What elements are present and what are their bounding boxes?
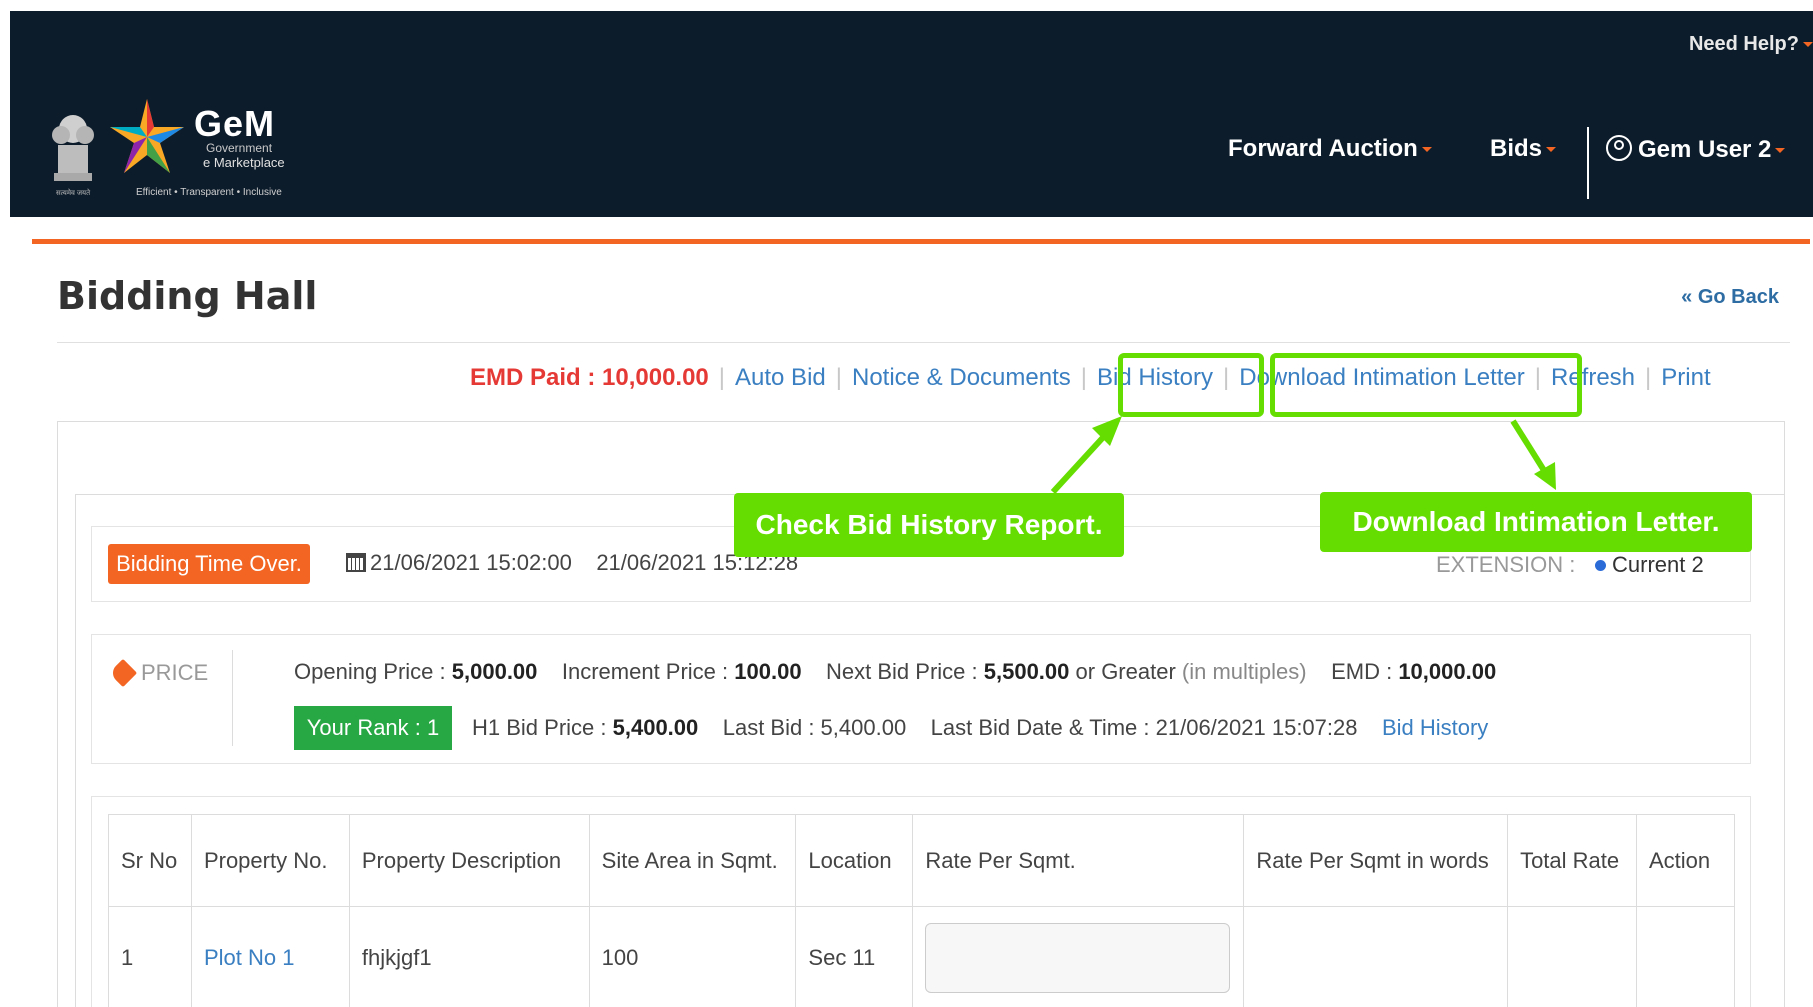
page-title: Bidding Hall [57, 274, 318, 318]
auto-bid-link[interactable]: Auto Bid [735, 364, 826, 391]
accent-bar [32, 239, 1810, 244]
gem-wordmark: GeM [194, 103, 276, 144]
h1-bid-price-value: 5,400.00 [612, 715, 699, 740]
extension-current-value: Current 2 [1612, 552, 1704, 577]
separator: | [835, 364, 842, 391]
property-table: Sr No Property No. Property Description … [108, 814, 1736, 1007]
price-divider [232, 650, 233, 746]
col-rate-in-words: Rate Per Sqmt in words [1243, 814, 1509, 907]
bid-history-inline-link[interactable]: Bid History [1382, 715, 1488, 740]
table-header-row: Sr No Property No. Property Description … [108, 814, 1736, 907]
cell-action [1635, 906, 1736, 1007]
nav-user-label: Gem User 2 [1638, 136, 1772, 163]
start-time: 21/06/2021 15:02:00 [370, 550, 572, 575]
nav-divider [1587, 127, 1589, 199]
need-help-menu[interactable]: Need Help? [1689, 33, 1813, 56]
bid-history-highlight-box [1118, 353, 1264, 417]
extension-label: EXTENSION : [1436, 552, 1576, 577]
title-divider [57, 342, 1790, 343]
national-emblem-icon [52, 115, 94, 181]
download-letter-highlight-box [1270, 353, 1582, 417]
emblem-caption: सत्यमेव जयते [56, 190, 91, 197]
bid-history-callout: Check Bid History Report. [734, 493, 1124, 557]
extension-current: Current 2 [1595, 552, 1704, 578]
emd-paid-label: EMD Paid : 10,000.00 [470, 364, 709, 391]
nav-user-menu[interactable]: Gem User 2 [1606, 135, 1786, 164]
download-letter-callout: Download Intimation Letter. [1320, 492, 1752, 552]
calendar-icon [346, 553, 366, 572]
bid-summary: H1 Bid Price : 5,400.00 Last Bid : 5,400… [472, 715, 1488, 741]
col-site-area: Site Area in Sqmt. [588, 814, 797, 907]
next-bid-suffix: or Greater [1075, 659, 1176, 684]
col-property-no: Property No. [190, 814, 350, 907]
nav-bids-label: Bids [1490, 135, 1543, 162]
col-property-description: Property Description [348, 814, 590, 907]
opening-price-label: Opening Price : [294, 659, 446, 684]
gem-logo[interactable]: सत्यमेव जयते GeM Government e Marketplac… [46, 89, 306, 205]
nav-forward-auction-label: Forward Auction [1228, 135, 1418, 162]
cell-description: fhjkjgf1 [348, 906, 590, 1007]
cell-total-rate [1507, 906, 1637, 1007]
tag-icon [108, 658, 138, 688]
cell-rate-per-sqmt [912, 906, 1245, 1007]
bidding-status-badge: Bidding Time Over. [108, 544, 310, 584]
gem-subtitle-government: Government [206, 141, 273, 155]
print-link[interactable]: Print [1661, 364, 1710, 391]
col-rate-per-sqmt: Rate Per Sqmt. [912, 814, 1245, 907]
current-dot-icon [1595, 560, 1606, 571]
caret-down-icon [1803, 42, 1813, 48]
caret-down-icon [1775, 148, 1786, 154]
table-row: 1 Plot No 1 fhjkjgf1 100 Sec 11 [108, 906, 1736, 1007]
separator: | [1080, 364, 1087, 391]
col-action: Action [1635, 814, 1736, 907]
emd-value: 10,000.00 [1398, 659, 1497, 684]
next-bid-price-value: 5,500.00 [983, 659, 1070, 684]
auction-time-range: 21/06/2021 15:02:00 21/06/2021 15:12:28 [346, 550, 798, 576]
notice-documents-link[interactable]: Notice & Documents [852, 364, 1071, 391]
price-label-text: PRICE [141, 660, 209, 685]
col-sr-no: Sr No [108, 814, 192, 907]
user-icon [1606, 135, 1632, 161]
caret-down-icon [1546, 147, 1557, 153]
price-summary: Opening Price : 5,000.00 Increment Price… [294, 659, 1496, 685]
nav-bids[interactable]: Bids [1490, 135, 1557, 163]
cell-sr-no: 1 [108, 906, 192, 1007]
opening-price-value: 5,000.00 [451, 659, 538, 684]
last-bid-datetime: Last Bid Date & Time : 21/06/2021 15:07:… [930, 715, 1358, 740]
cell-location: Sec 11 [795, 906, 914, 1007]
col-location: Location [795, 814, 914, 907]
increment-price-value: 100.00 [734, 659, 802, 684]
cell-rate-in-words [1243, 906, 1509, 1007]
cell-site-area: 100 [588, 906, 797, 1007]
need-help-label: Need Help? [1688, 33, 1799, 55]
separator: | [1645, 364, 1652, 391]
rank-badge: Your Rank : 1 [294, 706, 452, 750]
last-bid: Last Bid : 5,400.00 [722, 715, 907, 740]
top-header: Need Help? सत्यमेव जयते GeM Government e… [10, 11, 1813, 217]
col-total-rate: Total Rate [1507, 814, 1637, 907]
gem-tagline: Efficient • Transparent • Inclusive [136, 187, 282, 198]
next-bid-note: (in multiples) [1181, 659, 1307, 684]
go-back-link[interactable]: « Go Back [1681, 286, 1779, 309]
rate-per-sqmt-input[interactable] [925, 922, 1231, 993]
increment-price-label: Increment Price : [561, 659, 729, 684]
caret-down-icon [1421, 147, 1432, 153]
price-section-label: PRICE [108, 658, 209, 688]
next-bid-price-label: Next Bid Price : [826, 659, 978, 684]
h1-bid-price-label: H1 Bid Price : [472, 715, 607, 740]
separator: | [718, 364, 726, 391]
property-no-link[interactable]: Plot No 1 [190, 906, 350, 1007]
gem-star-icon [110, 99, 184, 173]
nav-forward-auction[interactable]: Forward Auction [1228, 135, 1432, 163]
gem-subtitle-marketplace: e Marketplace [203, 155, 285, 170]
emd-label: EMD : [1331, 659, 1393, 684]
